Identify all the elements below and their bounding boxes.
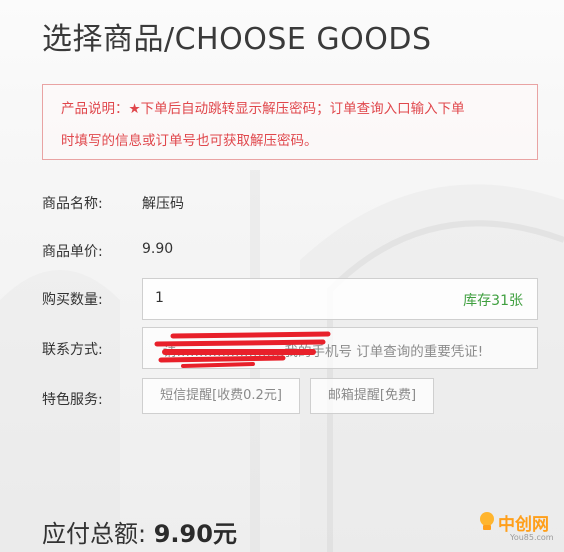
product-name-label: 商品名称: [42, 196, 103, 212]
notice-line-2: 时填写的信息或订单号也可获取解压密码。 [61, 133, 318, 149]
unit-price-label: 商品单价: [42, 244, 103, 260]
stock-count: 库存31张 [463, 293, 523, 309]
product-notice: 产品说明：★下单后自动跳转显示解压密码；订单查询入口输入下单 时填写的信息或订单… [42, 84, 538, 160]
notice-line-1: 产品说明：★下单后自动跳转显示解压密码；订单查询入口输入下单 [61, 101, 465, 117]
redaction-scribble [154, 331, 331, 368]
watermark-site: You85.com [510, 533, 554, 542]
total-amount: 9.90元 [153, 520, 237, 548]
quantity-value: 1 [155, 290, 164, 306]
cathedral-background [0, 170, 564, 552]
watermark-text: 中创网 [498, 515, 549, 535]
service-label: 特色服务: [42, 392, 103, 408]
watermark-logo: 中创网 You85.com [476, 506, 562, 548]
product-name-value: 解压码 [142, 196, 184, 212]
total-due: 应付总额: 9.90元 [42, 514, 237, 549]
quantity-label: 购买数量: [42, 292, 103, 308]
contact-label: 联系方式: [42, 342, 103, 358]
total-label: 应付总额: [42, 520, 147, 548]
unit-price-value: 9.90 [142, 241, 174, 257]
contact-input[interactable]: 请……………………我的手机号 订单查询的重要凭证! [142, 327, 538, 369]
page-title: 选择商品/CHOOSE GOODS [42, 22, 432, 57]
lightbulb-icon [480, 512, 494, 530]
email-reminder-button[interactable]: 邮箱提醒[免费] [310, 378, 434, 414]
quantity-input[interactable]: 1 库存31张 [142, 278, 538, 320]
sms-reminder-button[interactable]: 短信提醒[收费0.2元] [142, 378, 300, 414]
